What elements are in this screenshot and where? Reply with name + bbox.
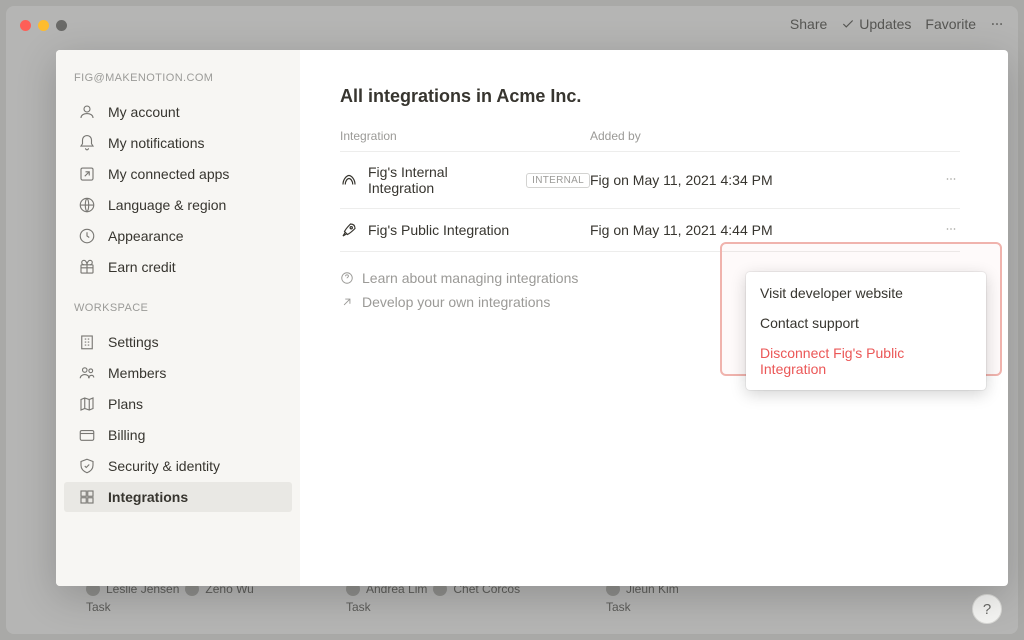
sidebar-item-label: My notifications [108,135,204,151]
sidebar-item-label: My connected apps [108,166,229,182]
sidebar-item-members[interactable]: Members [64,358,292,388]
integration-arc-icon [340,171,358,189]
help-button[interactable]: ? [972,594,1002,624]
table-row: Fig's Public Integration Fig on May 11, … [340,209,960,252]
sidebar-item-label: Appearance [108,228,184,244]
context-menu: Visit developer website Contact support … [746,272,986,390]
table-header: Integration Added by [340,129,960,152]
ellipsis-icon [942,172,960,186]
table-row: Fig's Internal Integration INTERNAL Fig … [340,152,960,209]
sidebar-item-security[interactable]: Security & identity [64,451,292,481]
sidebar-item-settings[interactable]: Settings [64,327,292,357]
row-actions-button[interactable] [900,222,960,239]
account-email-label: FIG@MAKENOTION.COM [60,68,296,96]
sidebar-item-plans[interactable]: Plans [64,389,292,419]
minimize-window-button[interactable] [38,20,49,31]
ellipsis-icon [942,222,960,236]
workspace-header: WORKSPACE [60,298,296,326]
link-out-icon [78,165,96,183]
maximize-window-button[interactable] [56,20,67,31]
added-by-value: Fig on May 11, 2021 4:34 PM [590,172,900,188]
context-item-contact-support[interactable]: Contact support [746,308,986,338]
credit-card-icon [78,426,96,444]
column-integration: Integration [340,129,590,143]
context-item-disconnect[interactable]: Disconnect Fig's Public Integration [746,338,986,384]
context-item-visit-website[interactable]: Visit developer website [746,278,986,308]
sidebar-item-label: Plans [108,396,143,412]
integration-rocket-icon [340,221,358,239]
ellipsis-icon [990,17,1004,31]
arrow-out-icon [340,295,354,309]
row-actions-button[interactable] [900,172,960,189]
sidebar-item-connected-apps[interactable]: My connected apps [64,159,292,189]
sidebar-item-label: Settings [108,334,159,350]
top-right-menu: Share Updates Favorite [790,16,1004,32]
page-title: All integrations in Acme Inc. [340,86,960,107]
task-label: Task [606,600,826,614]
settings-modal: FIG@MAKENOTION.COM My account My notific… [56,50,1008,586]
integration-name: Fig's Internal Integration [368,164,516,196]
close-window-button[interactable] [20,20,31,31]
shield-icon [78,457,96,475]
sidebar-item-billing[interactable]: Billing [64,420,292,450]
window-controls [20,20,67,31]
sidebar-item-appearance[interactable]: Appearance [64,221,292,251]
clock-icon [78,227,96,245]
map-icon [78,395,96,413]
added-by-value: Fig on May 11, 2021 4:44 PM [590,222,900,238]
share-button[interactable]: Share [790,16,827,32]
sidebar-item-label: Security & identity [108,458,220,474]
app-window: Share Updates Favorite nns s 0 Leslie Je… [6,6,1018,634]
checkmark-icon [841,17,855,31]
question-icon [340,271,354,285]
sidebar-item-notifications[interactable]: My notifications [64,128,292,158]
bell-icon [78,134,96,152]
user-icon [78,103,96,121]
column-added-by: Added by [590,129,900,143]
updates-button[interactable]: Updates [841,16,911,32]
sidebar-item-label: Billing [108,427,145,443]
sidebar-item-label: Language & region [108,197,226,213]
building-icon [78,333,96,351]
grid-icon [78,488,96,506]
settings-sidebar: FIG@MAKENOTION.COM My account My notific… [56,50,300,586]
favorite-button[interactable]: Favorite [925,16,976,32]
settings-content: All integrations in Acme Inc. Integratio… [300,50,1008,586]
sidebar-item-label: Earn credit [108,259,176,275]
task-label: Task [346,600,566,614]
sidebar-item-label: My account [108,104,180,120]
gift-icon [78,258,96,276]
sidebar-item-label: Integrations [108,489,188,505]
globe-icon [78,196,96,214]
sidebar-item-language[interactable]: Language & region [64,190,292,220]
more-menu-button[interactable] [990,17,1004,31]
people-icon [78,364,96,382]
sidebar-item-label: Members [108,365,166,381]
sidebar-item-integrations[interactable]: Integrations [64,482,292,512]
sidebar-item-my-account[interactable]: My account [64,97,292,127]
sidebar-item-earn-credit[interactable]: Earn credit [64,252,292,282]
integration-name: Fig's Public Integration [368,222,509,238]
task-label: Task [86,600,306,614]
internal-badge: INTERNAL [526,173,590,188]
